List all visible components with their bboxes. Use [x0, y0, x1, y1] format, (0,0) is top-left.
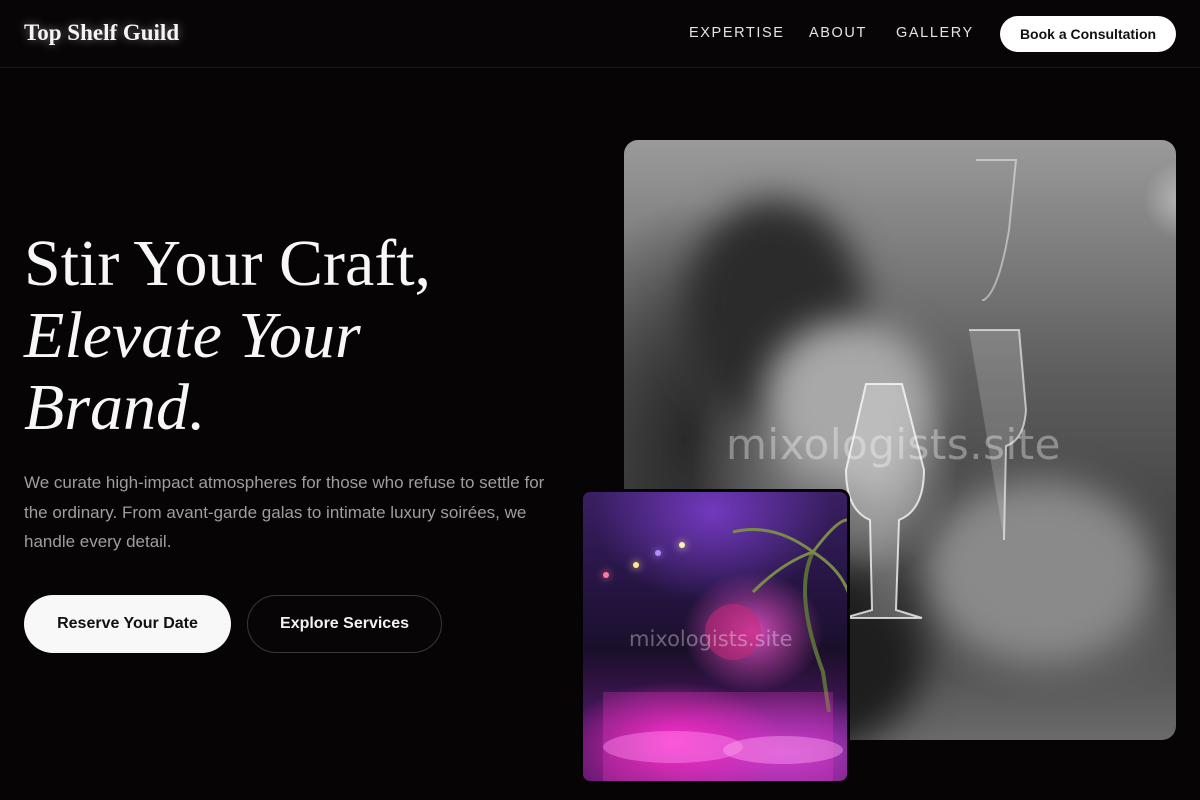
secondary-image-watermark: mixologists.site [629, 627, 793, 651]
site-logo[interactable]: Top Shelf Guild [24, 20, 179, 46]
book-consultation-button[interactable]: Book a Consultation [1000, 16, 1176, 52]
headline-line-1: Stir Your Craft, [24, 227, 432, 300]
hero-headline: Stir Your Craft, Elevate Your Brand. [24, 228, 584, 444]
hero-secondary-image: mixologists.site [580, 489, 850, 784]
headline-line-3: Brand. [24, 371, 206, 444]
reserve-date-button[interactable]: Reserve Your Date [24, 595, 231, 653]
hero-subtitle: We curate high-impact atmospheres for th… [24, 473, 545, 551]
nav-link-expertise[interactable]: EXPERTISE [689, 25, 785, 41]
headline-line-2: Elevate Your [24, 299, 361, 372]
top-navigation: Top Shelf Guild EXPERTISE ABOUT GALLERY … [0, 0, 1200, 68]
main-image-watermark: mixologists.site [726, 420, 1061, 469]
explore-services-button[interactable]: Explore Services [247, 595, 442, 653]
nav-link-gallery[interactable]: GALLERY [896, 25, 974, 41]
nav-link-about[interactable]: ABOUT [809, 25, 867, 41]
